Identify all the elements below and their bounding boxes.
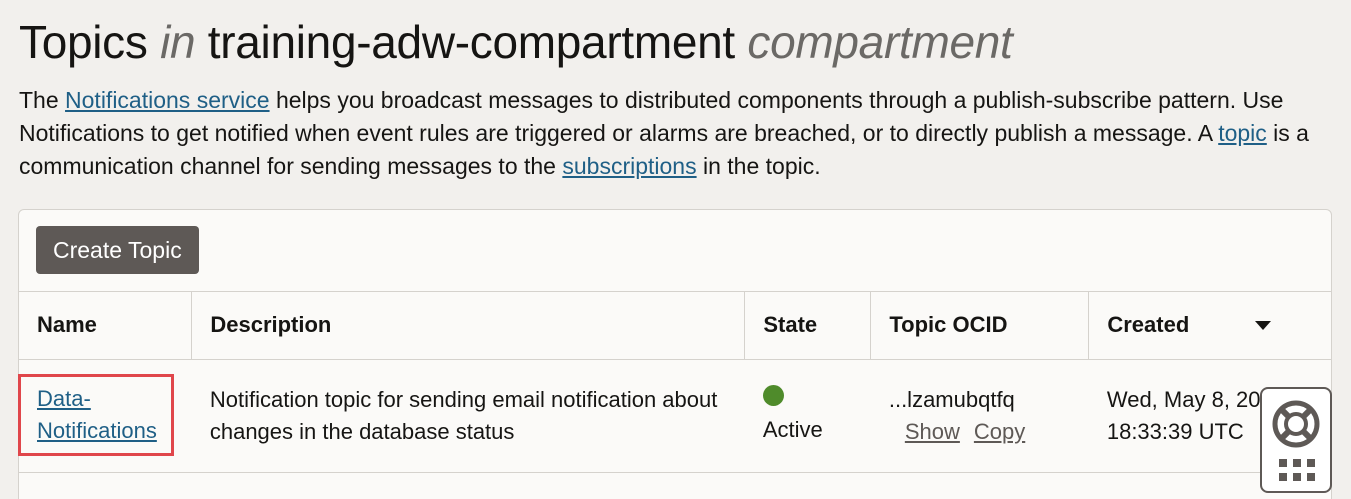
title-in: in <box>160 16 196 68</box>
chevron-down-icon[interactable] <box>1255 321 1271 330</box>
title-compartment-name: training-adw-compartment <box>207 16 735 68</box>
topic-name-link[interactable]: Data- Notifications <box>37 386 157 443</box>
help-widget[interactable] <box>1260 387 1332 493</box>
column-header-name: Name <box>19 292 193 360</box>
topics-table: Name Description State Topic OCID Create… <box>18 292 1331 473</box>
cell-ocid: ...lzamubqtfq Show Copy <box>870 359 1089 473</box>
create-topic-button[interactable]: Create Topic <box>36 226 199 274</box>
page: Topics in training-adw-compartment compa… <box>0 0 1351 499</box>
column-header-state: State <box>744 292 872 360</box>
ocid-show-link[interactable]: Show <box>905 419 960 444</box>
highlight-box: Data- Notifications <box>18 373 174 456</box>
subscriptions-link[interactable]: subscriptions <box>562 153 696 179</box>
column-header-description: Description <box>191 292 746 360</box>
notifications-service-link[interactable]: Notifications service <box>65 87 270 113</box>
title-suffix: compartment <box>747 16 1013 68</box>
cell-description: Notification topic for sending email not… <box>191 359 745 473</box>
intro-text-4: in the topic. <box>696 153 821 179</box>
cell-name: Data- Notifications <box>18 359 192 473</box>
ocid-actions: Show Copy <box>889 416 1071 448</box>
topic-link[interactable]: topic <box>1218 120 1267 146</box>
grid-icon <box>1279 459 1315 481</box>
topic-name-line-2: Notifications <box>37 417 157 443</box>
topics-panel: Create Topic Name Description State Topi… <box>18 209 1332 499</box>
cell-state: Active <box>744 359 871 473</box>
help-ring-icon <box>1272 400 1320 448</box>
column-header-topic-ocid: Topic OCID <box>870 292 1090 360</box>
toolbar: Create Topic <box>19 210 1331 292</box>
topic-name-line-1: Data- <box>37 385 91 411</box>
status-text: Active <box>762 417 823 442</box>
intro-paragraph: The Notifications service helps you broa… <box>19 84 1319 183</box>
intro-text-1: The <box>19 87 66 113</box>
status-dot-icon <box>762 385 784 406</box>
column-header-created[interactable]: Created <box>1088 292 1331 360</box>
page-title: Topics in training-adw-compartment compa… <box>19 14 1013 70</box>
table-header-row: Name Description State Topic OCID Create… <box>19 292 1331 360</box>
ocid-copy-link[interactable]: Copy <box>974 419 1025 444</box>
title-prefix: Topics <box>19 16 148 68</box>
ocid-value: ...lzamubqtfq <box>888 386 1015 412</box>
table-row: Data- Notifications Notification topic fo… <box>18 359 1331 473</box>
